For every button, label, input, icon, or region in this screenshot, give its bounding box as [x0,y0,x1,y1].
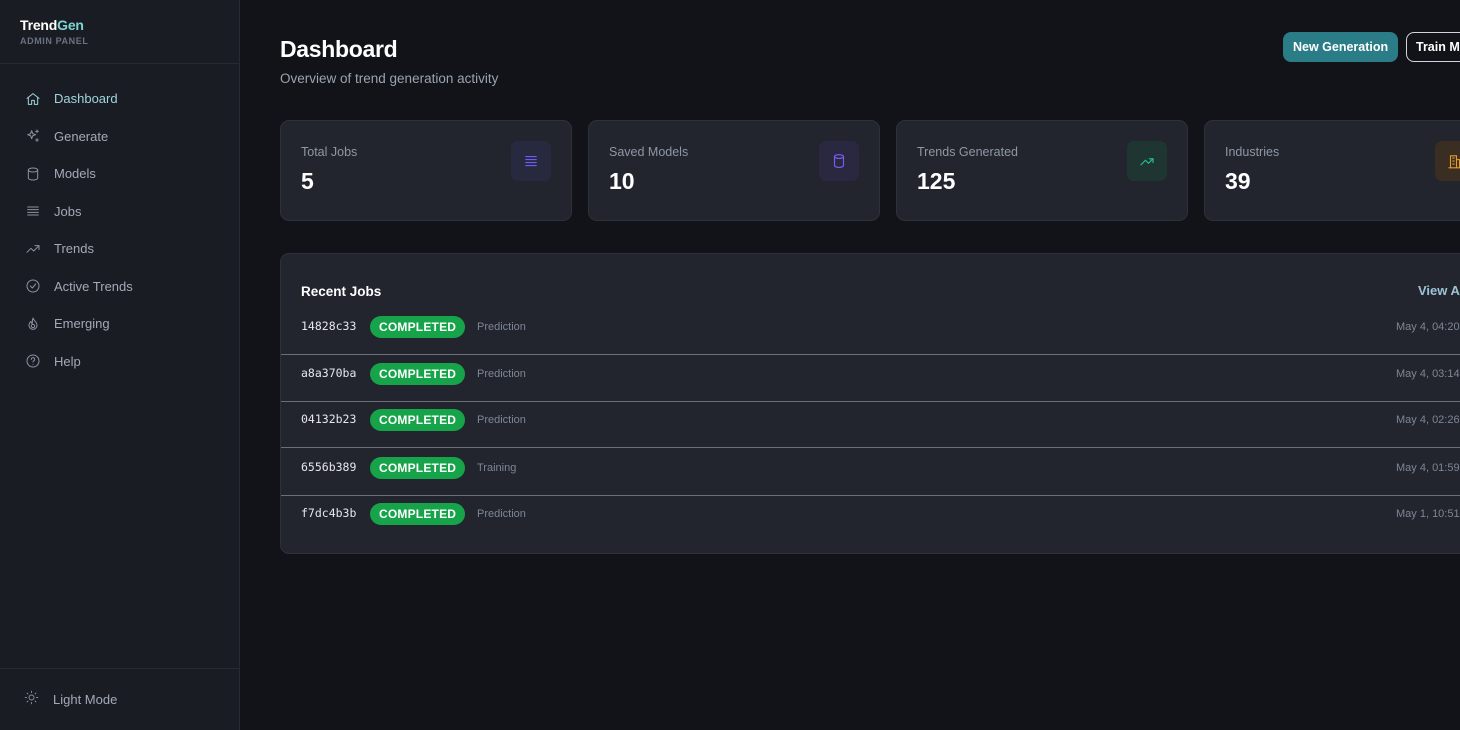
home-icon [24,90,42,108]
stat-card-saved-models: Saved Models 10 [588,120,880,221]
sidebar-item-label: Generate [54,128,109,144]
recent-jobs-panel: Recent Jobs View Al 14828c33 COMPLETED P… [280,253,1460,554]
sidebar-item-trends[interactable]: Trends [0,230,239,268]
sidebar-item-label: Models [54,166,96,182]
job-id: 04132b23 [301,412,357,426]
table-row[interactable]: f7dc4b3b COMPLETED Prediction May 1, 10:… [281,496,1460,542]
job-type: Prediction [477,414,526,426]
job-timestamp: May 4, 02:26 [1396,414,1460,426]
sidebar-item-emerging[interactable]: Emerging [0,305,239,343]
database-icon [24,165,42,183]
help-circle-icon [24,352,42,370]
stat-card-trends-generated: Trends Generated 125 [896,120,1188,221]
brand-name-main: Trend [20,17,58,33]
sidebar-item-label: Dashboard [54,91,118,107]
table-row[interactable]: a8a370ba COMPLETED Prediction May 4, 03:… [281,356,1460,402]
sidebar-item-label: Jobs [54,203,82,219]
stat-label: Industries [1225,145,1280,159]
theme-toggle-label: Light Mode [53,692,118,707]
main-content: Dashboard Overview of trend generation a… [240,0,1460,730]
recent-jobs-title: Recent Jobs [301,284,382,299]
job-type: Prediction [477,368,526,380]
job-id: f7dc4b3b [301,506,357,520]
table-row[interactable]: 14828c33 COMPLETED Prediction May 4, 04:… [281,309,1460,355]
stat-card-industries: Industries 39 [1204,120,1460,221]
train-model-button[interactable]: Train M [1406,32,1460,62]
stat-value: 5 [301,168,314,194]
flame-icon [24,315,42,333]
app: TrendGen ADMIN PANEL Dashboard Generate … [0,0,1460,730]
stat-label: Trends Generated [917,145,1018,159]
sidebar-item-label: Emerging [54,316,110,332]
sparkles-icon [24,127,42,145]
job-type: Prediction [477,508,526,520]
brand-name[interactable]: TrendGen [20,17,239,33]
table-row[interactable]: 6556b389 COMPLETED Training May 4, 01:59 [281,450,1460,496]
page-subtitle: Overview of trend generation activity [280,71,499,86]
sidebar-item-label: Active Trends [54,278,133,294]
stat-value: 39 [1225,168,1251,194]
job-timestamp: May 4, 01:59 [1396,462,1460,474]
sidebar-item-label: Help [54,353,81,369]
job-type: Training [477,462,517,474]
job-id: 6556b389 [301,460,357,474]
job-id: a8a370ba [301,366,357,380]
stat-label: Saved Models [609,145,689,159]
database-icon [819,141,859,181]
brand-subtitle: ADMIN PANEL [20,36,89,46]
table-row[interactable]: 04132b23 COMPLETED Prediction May 4, 02:… [281,402,1460,448]
stack-icon [24,202,42,220]
sidebar-item-jobs[interactable]: Jobs [0,193,239,231]
job-id: 14828c33 [301,319,357,333]
building-icon [1435,141,1460,181]
job-timestamp: May 4, 03:14 [1396,368,1460,380]
sun-icon [24,690,39,710]
sidebar: TrendGen ADMIN PANEL Dashboard Generate … [0,0,240,730]
sidebar-item-models[interactable]: Models [0,155,239,193]
trending-up-icon [24,240,42,258]
status-badge: COMPLETED [370,409,466,431]
stat-label: Total Jobs [301,145,358,159]
view-all-link[interactable]: View Al [1418,283,1460,298]
job-type: Prediction [477,321,526,333]
brand: TrendGen ADMIN PANEL [0,0,239,64]
check-circle-icon [24,277,42,295]
job-timestamp: May 1, 10:51 [1396,508,1460,520]
stat-value: 10 [609,168,635,194]
sidebar-nav: Dashboard Generate Models Jobs Trends Ac… [0,80,239,380]
page-title: Dashboard [280,36,398,62]
stat-value: 125 [917,168,956,194]
stat-card-total-jobs: Total Jobs 5 [280,120,572,221]
sidebar-item-active-trends[interactable]: Active Trends [0,268,239,306]
stack-icon [511,141,551,181]
status-badge: COMPLETED [370,316,466,338]
brand-name-accent: Gen [57,17,84,33]
new-generation-button[interactable]: New Generation [1283,32,1399,62]
status-badge: COMPLETED [370,457,466,479]
job-timestamp: May 4, 04:20 [1396,321,1460,333]
sidebar-item-help[interactable]: Help [0,343,239,381]
sidebar-item-dashboard[interactable]: Dashboard [0,80,239,118]
theme-toggle[interactable]: Light Mode [0,668,239,730]
status-badge: COMPLETED [370,503,466,525]
status-badge: COMPLETED [370,363,466,385]
sidebar-item-label: Trends [54,241,94,257]
sidebar-item-generate[interactable]: Generate [0,118,239,156]
trending-up-icon [1127,141,1167,181]
